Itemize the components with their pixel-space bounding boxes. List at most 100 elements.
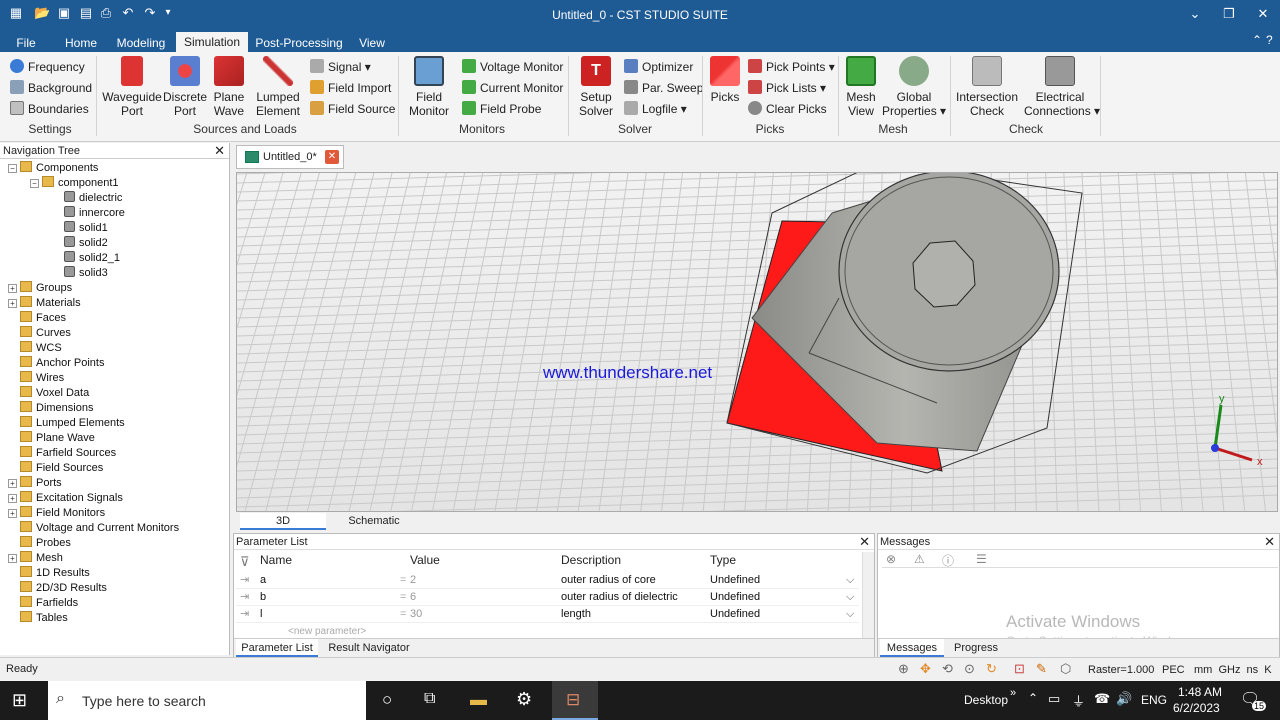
column-header-type[interactable]: Type bbox=[710, 553, 736, 567]
tree-item[interactable]: innercore bbox=[52, 206, 125, 221]
electrical-connections-button[interactable]: Electrical Connections ▾ bbox=[1024, 56, 1100, 118]
file-explorer-icon[interactable]: ▬ bbox=[470, 690, 487, 710]
tree-item[interactable]: + Ports bbox=[8, 476, 62, 491]
tree-item[interactable]: + Excitation Signals bbox=[8, 491, 123, 506]
tree-item[interactable]: Wires bbox=[8, 371, 64, 386]
tree-item[interactable]: + Groups bbox=[8, 281, 72, 296]
column-header-value[interactable]: Value bbox=[410, 553, 440, 567]
expand-icon[interactable]: + bbox=[8, 494, 17, 503]
parameter-row[interactable]: ⇥ a = 2 outer radius of core Undefined ⌵ bbox=[236, 572, 859, 589]
tab-progress[interactable]: Progress bbox=[948, 639, 1004, 657]
monitor-tray-icon[interactable]: ▭ bbox=[1048, 691, 1060, 707]
tree-item[interactable]: Field Sources bbox=[8, 461, 103, 476]
expand-icon[interactable]: + bbox=[8, 554, 17, 563]
tree-item[interactable]: Voxel Data bbox=[8, 386, 89, 401]
tree-item[interactable]: + Field Monitors bbox=[8, 506, 105, 521]
network-icon[interactable]: ☎ bbox=[1094, 691, 1110, 707]
rotate-icon[interactable]: ⟲ bbox=[942, 661, 953, 677]
tree-item[interactable]: solid2_1 bbox=[52, 251, 120, 266]
tree-item[interactable]: Faces bbox=[8, 311, 66, 326]
warning-filter-icon[interactable]: ⚠ bbox=[914, 552, 925, 566]
3d-viewport[interactable]: www.thundershare.net y x bbox=[236, 172, 1278, 512]
reset-view-icon[interactable]: ↻ bbox=[986, 661, 997, 677]
chevron-down-icon[interactable]: ⌵ bbox=[846, 572, 854, 589]
intersection-check-button[interactable]: Intersection Check bbox=[956, 56, 1018, 118]
field-source-button[interactable]: Field Source bbox=[310, 100, 395, 118]
tab-modeling[interactable]: Modeling bbox=[110, 34, 172, 52]
picks-button[interactable]: Picks bbox=[706, 56, 744, 104]
collapse-icon[interactable]: − bbox=[8, 164, 17, 173]
tree-item[interactable]: Anchor Points bbox=[8, 356, 104, 371]
parameter-row[interactable]: ⇥ b = 6 outer radius of dielectric Undefined ⌵ bbox=[236, 589, 859, 606]
global-properties-button[interactable]: Global Properties ▾ bbox=[882, 56, 946, 118]
chevron-down-icon[interactable]: ⌵ bbox=[846, 589, 854, 606]
close-icon[interactable]: ✕ bbox=[1264, 534, 1275, 550]
filter-icon[interactable]: ⊽ bbox=[240, 554, 250, 570]
settings-gear-icon[interactable]: ⚙ bbox=[516, 689, 532, 710]
new-parameter-placeholder[interactable]: <new parameter> bbox=[288, 626, 366, 637]
info-filter-icon[interactable]: ⓘ bbox=[942, 552, 954, 569]
tree-item[interactable]: Probes bbox=[8, 536, 71, 551]
tab-3d[interactable]: 3D bbox=[240, 513, 326, 530]
windows-start-icon[interactable]: ⊞ bbox=[12, 690, 27, 711]
collapse-ribbon-icon[interactable]: ⌃ bbox=[1252, 33, 1262, 47]
taskbar-search-box[interactable]: ⌕ Type here to search bbox=[48, 681, 366, 720]
language-indicator[interactable]: ENG bbox=[1141, 693, 1167, 707]
expand-icon[interactable]: + bbox=[8, 479, 17, 488]
expand-icon[interactable]: + bbox=[8, 284, 17, 293]
error-filter-icon[interactable]: ⊗ bbox=[886, 552, 896, 566]
tree-item[interactable]: Dimensions bbox=[8, 401, 93, 416]
current-monitor-button[interactable]: Current Monitor bbox=[462, 79, 563, 97]
logfile-button[interactable]: Logfile ▾ bbox=[624, 100, 687, 118]
draw-icon[interactable]: ✎ bbox=[1036, 661, 1047, 677]
pick-points-button[interactable]: Pick Points ▾ bbox=[748, 58, 835, 76]
column-header-name[interactable]: Name bbox=[260, 553, 292, 567]
discrete-port-button[interactable]: Discrete Port bbox=[162, 56, 208, 118]
tree-item[interactable]: + Mesh bbox=[8, 551, 63, 566]
expand-icon[interactable]: + bbox=[8, 509, 17, 518]
parameter-list-scrollbar[interactable] bbox=[862, 552, 874, 638]
column-header-description[interactable]: Description bbox=[561, 553, 621, 567]
tree-item[interactable]: Farfields bbox=[8, 596, 78, 611]
par-sweep-button[interactable]: Par. Sweep bbox=[624, 79, 703, 97]
document-tab[interactable]: Untitled_0* ✕ bbox=[236, 145, 344, 169]
tree-item[interactable]: Farfield Sources bbox=[8, 446, 116, 461]
cst-taskbar-button[interactable]: ⊟ bbox=[552, 681, 598, 720]
tree-item[interactable]: Curves bbox=[8, 326, 71, 341]
close-button[interactable]: ✕ bbox=[1250, 4, 1276, 24]
tree-item[interactable]: solid1 bbox=[52, 221, 108, 236]
expand-icon[interactable]: + bbox=[8, 299, 17, 308]
signal-button[interactable]: Signal ▾ bbox=[310, 58, 371, 76]
field-monitor-button[interactable]: Field Monitor bbox=[404, 56, 454, 118]
tab-post-processing[interactable]: Post-Processing bbox=[253, 34, 345, 52]
tree-item[interactable]: 2D/3D Results bbox=[8, 581, 107, 596]
tab-simulation[interactable]: Simulation bbox=[176, 32, 248, 52]
close-tab-icon[interactable]: ✕ bbox=[325, 150, 339, 164]
setup-solver-button[interactable]: T Setup Solver bbox=[574, 56, 618, 118]
tree-item[interactable]: solid2 bbox=[52, 236, 108, 251]
zoom-fit-icon[interactable]: ⊙ bbox=[964, 661, 975, 677]
lumped-element-button[interactable]: Lumped Element bbox=[252, 56, 304, 118]
chevron-down-icon[interactable]: ⌵ bbox=[846, 606, 854, 623]
clock-time[interactable]: 1:48 AM bbox=[1178, 685, 1222, 699]
desktop-toolbar-label[interactable]: Desktop bbox=[964, 693, 1008, 707]
voltage-monitor-button[interactable]: Voltage Monitor bbox=[462, 58, 563, 76]
tree-item[interactable]: Voltage and Current Monitors bbox=[8, 521, 179, 536]
frequency-button[interactable]: Frequency bbox=[10, 58, 85, 76]
field-probe-button[interactable]: Field Probe bbox=[462, 100, 541, 118]
zoom-icon[interactable]: ⊕ bbox=[898, 661, 909, 677]
tree-item[interactable]: dielectric bbox=[52, 191, 122, 206]
cube-view-icon[interactable]: ⬡ bbox=[1060, 661, 1071, 677]
tree-item[interactable]: − component1 bbox=[30, 176, 119, 191]
pick-lists-button[interactable]: Pick Lists ▾ bbox=[748, 79, 826, 97]
tab-parameter-list[interactable]: Parameter List bbox=[236, 639, 318, 657]
parameter-row[interactable]: ⇥ l = 30 length Undefined ⌵ bbox=[236, 606, 859, 623]
pan-icon[interactable]: ✥ bbox=[920, 661, 931, 677]
tree-item[interactable]: solid3 bbox=[52, 266, 108, 281]
tree-item[interactable]: 1D Results bbox=[8, 566, 90, 581]
usb-tray-icon[interactable]: ⏚ bbox=[1072, 691, 1085, 710]
help-icon[interactable]: ? bbox=[1266, 33, 1273, 47]
volume-icon[interactable]: 🔊 bbox=[1116, 691, 1132, 707]
background-button[interactable]: Background bbox=[10, 79, 92, 97]
tree-item[interactable]: − Components bbox=[8, 161, 98, 176]
